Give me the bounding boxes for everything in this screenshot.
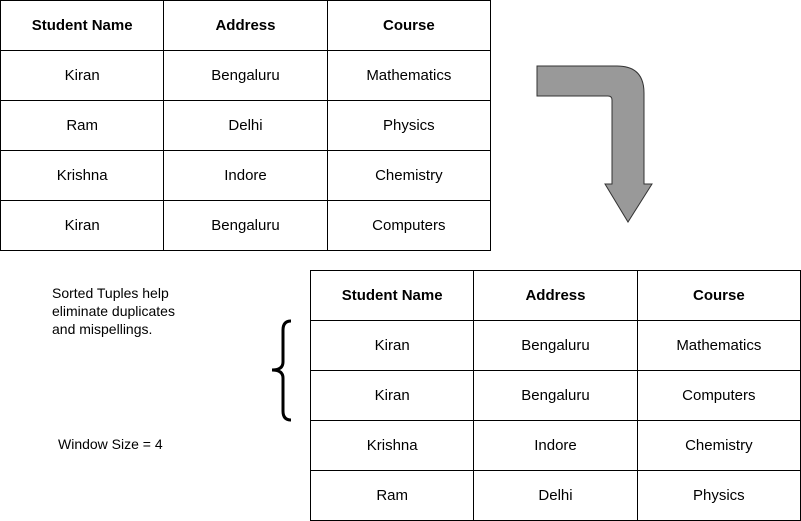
curly-brace-icon: [271, 319, 292, 422]
diagram-overlay: [271, 65, 653, 422]
bent-arrow-icon: [536, 65, 653, 223]
